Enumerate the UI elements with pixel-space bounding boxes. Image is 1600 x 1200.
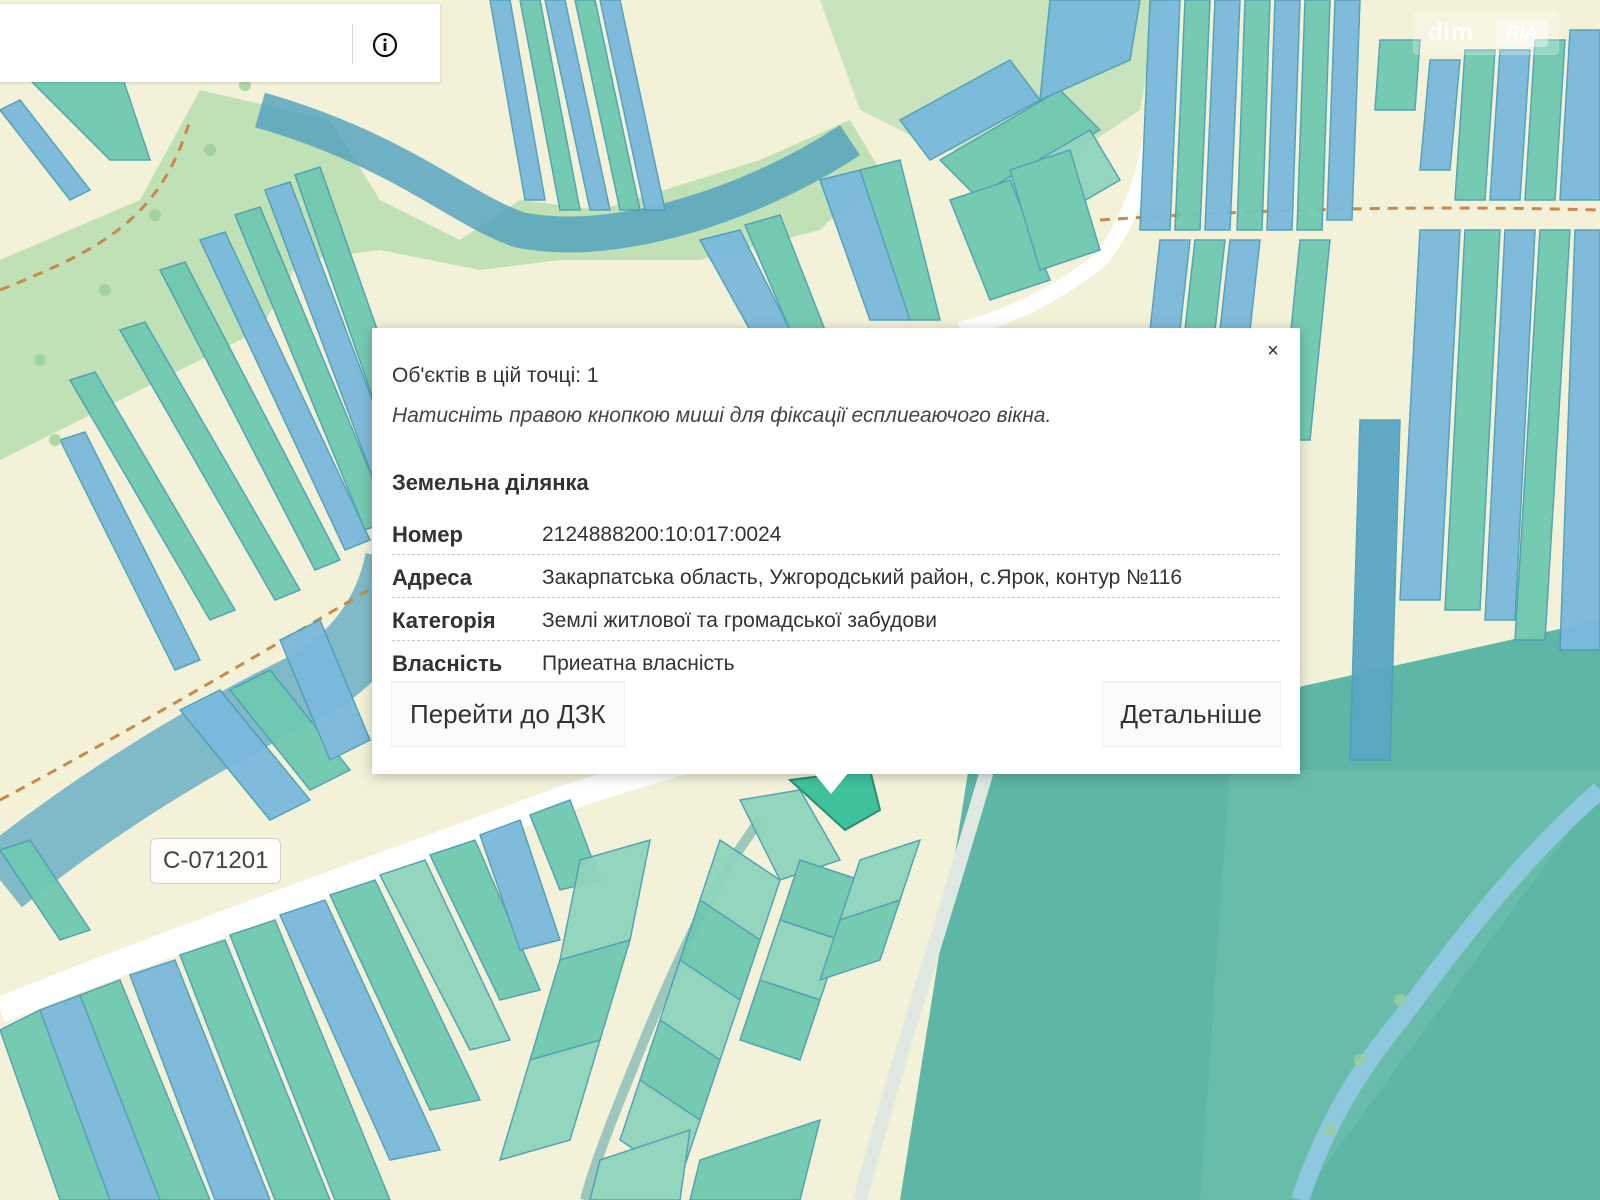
attribute-table: Номер 2124888200:10:017:0024 Адреса Зака…: [392, 512, 1280, 683]
attribute-value: Приеатна власність: [542, 652, 735, 675]
info-icon[interactable]: [372, 32, 398, 58]
objects-count-text: Об'єктів в цій точці: 1: [392, 364, 599, 387]
attribute-key: Адреса: [392, 565, 472, 590]
attribute-value: Закарпатська область, Ужгородський район…: [542, 566, 1183, 589]
attribute-key: Номер: [392, 522, 463, 547]
search-bar: [0, 4, 440, 82]
attribute-value: Землі житлової та громадської забудови: [542, 609, 937, 632]
attribute-row-ownership: Власність Приеатна власність: [392, 641, 1280, 683]
search-input[interactable]: [0, 4, 340, 82]
attribute-key: Власність: [392, 651, 503, 676]
search-divider: [352, 24, 353, 64]
watermark-badge: RIA: [1496, 19, 1548, 47]
feature-info-popup: × Об'єктів в цій точці: 1 Натисніть прав…: [372, 328, 1300, 774]
popup-pointer: [813, 772, 849, 794]
attribute-key: Категорія: [392, 608, 496, 633]
watermark-brand: dim: [1428, 19, 1474, 46]
go-to-dzk-button[interactable]: Перейти до ДЗК: [392, 682, 624, 746]
details-button[interactable]: Детальніше: [1102, 682, 1280, 746]
attribute-row-number: Номер 2124888200:10:017:0024: [392, 512, 1280, 555]
attribute-row-category: Категорія Землі житлової та громадської …: [392, 598, 1280, 641]
road-label: C-071201: [150, 838, 282, 884]
close-icon[interactable]: ×: [1262, 340, 1284, 362]
section-title: Земельна ділянка: [392, 470, 589, 495]
attribute-row-address: Адреса Закарпатська область, Ужгородськи…: [392, 555, 1280, 598]
dim-ria-watermark: dim RIA: [1414, 12, 1558, 54]
popup-hint-text: Натисніть правою кнопкою миші для фіксац…: [392, 404, 1052, 427]
attribute-value: 2124888200:10:017:0024: [542, 523, 782, 546]
